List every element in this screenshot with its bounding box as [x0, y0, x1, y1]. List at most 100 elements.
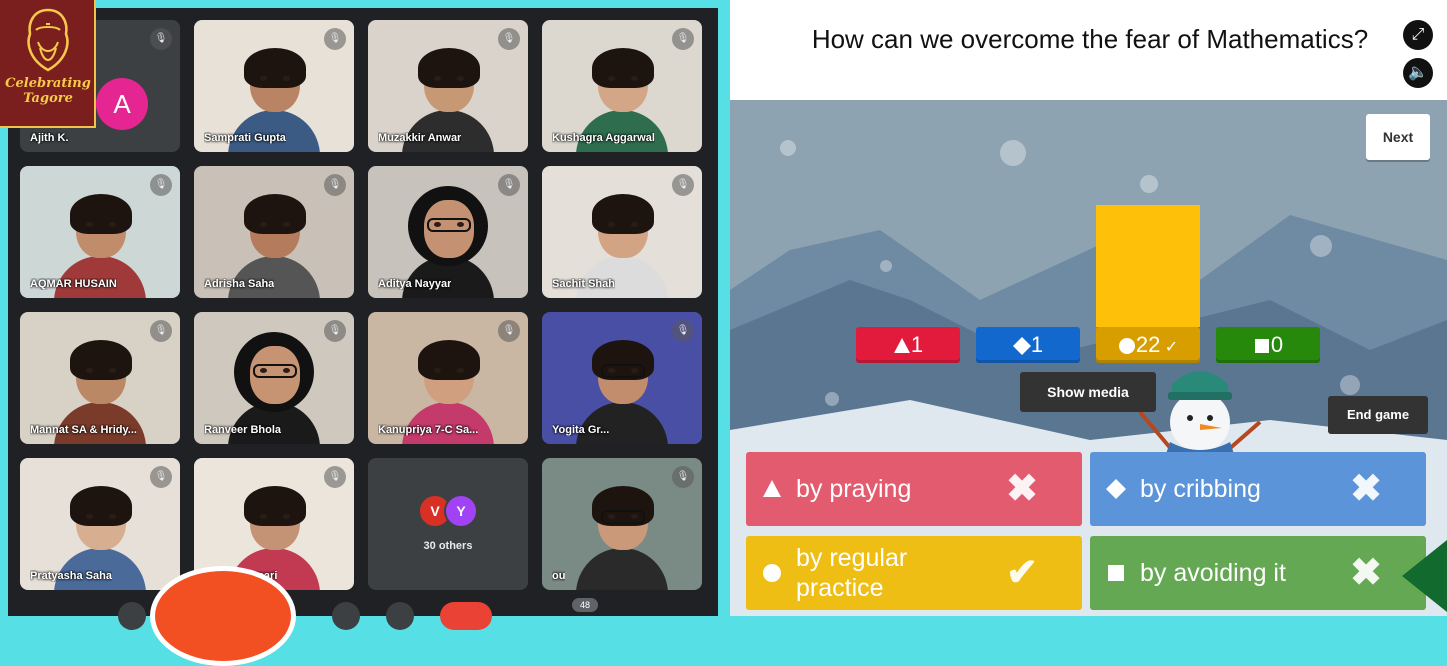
next-arrow-icon[interactable]	[1402, 536, 1447, 616]
diamond-icon	[1012, 332, 1031, 357]
snowflake	[1310, 235, 1332, 257]
snowflake	[780, 140, 796, 156]
mic-off-icon[interactable]: 🎙	[150, 320, 172, 342]
participant-tile[interactable]: Yogita Gr... 🎙	[542, 312, 702, 444]
mic-off-icon[interactable]: 🎙	[672, 28, 694, 50]
logo-text: Celebrating Tagore	[4, 76, 92, 106]
participant-name: Adrisha Saha	[204, 278, 275, 290]
volume-icon[interactable]: 🔈	[1403, 58, 1433, 88]
mic-off-icon[interactable]: 🎙	[150, 174, 172, 196]
control-button[interactable]	[118, 602, 146, 630]
cross-icon: ✖	[1350, 468, 1382, 510]
mic-off-icon[interactable]: 🎙	[498, 320, 520, 342]
fullscreen-icon[interactable]: ⤢	[1403, 20, 1433, 50]
kahoot-panel: How can we overcome the fear of Mathemat…	[730, 0, 1447, 616]
leave-call-button[interactable]	[440, 602, 492, 630]
participant-tile[interactable]: Kanupriya 7-C Sa... 🎙	[368, 312, 528, 444]
mic-off-icon[interactable]: 🎙	[672, 174, 694, 196]
participant-tile[interactable]: Muzakkir Anwar 🎙	[368, 20, 528, 152]
mic-off-icon[interactable]: 🎙	[498, 174, 520, 196]
mic-off-icon[interactable]: 🎙	[324, 466, 346, 488]
diamond-icon	[1106, 479, 1126, 499]
participant-tile[interactable]: V Y 30 others	[368, 458, 528, 590]
others-count-label: 30 others	[423, 540, 473, 552]
participant-avatar: Y	[444, 494, 478, 528]
tagore-portrait-icon	[27, 8, 69, 72]
result-bar-circle: 22 ✓	[1096, 327, 1200, 363]
participant-tile[interactable]: Mannat SA & Hridy... 🎙	[20, 312, 180, 444]
video-meeting-grid: A Ajith K. 🎙 Samprati Gupta 🎙 Muzakkir Anwar 🎙…	[8, 8, 718, 616]
mic-off-icon[interactable]: 🎙	[672, 320, 694, 342]
participant-name: Ranveer Bhola	[204, 424, 282, 436]
triangle-icon	[893, 332, 911, 357]
participant-name: Muzakkir Anwar	[378, 132, 462, 144]
snowflake	[880, 260, 892, 272]
correct-check-icon: ✓	[1160, 339, 1179, 356]
square-icon	[1106, 563, 1126, 583]
video-background	[368, 458, 528, 590]
mic-off-icon[interactable]: 🎙	[150, 28, 172, 50]
mic-off-icon[interactable]: 🎙	[324, 28, 346, 50]
triangle-icon	[762, 479, 782, 499]
participant-name: Kushagra Aggarwal	[552, 132, 655, 144]
participant-tile[interactable]: Sachit Shah 🎙	[542, 166, 702, 298]
logo-line2: Tagore	[23, 91, 73, 106]
participant-tile[interactable]: Kushagra Aggarwal 🎙	[542, 20, 702, 152]
participant-name: Sachit Shah	[552, 278, 615, 290]
result-bar-triangle: 1	[856, 327, 960, 363]
participant-tile[interactable]: Adrisha Saha 🎙	[194, 166, 354, 298]
answer-circle[interactable]: by regular practice ✔	[746, 536, 1082, 610]
cross-icon: ✖	[1350, 552, 1382, 594]
mic-off-icon[interactable]: 🎙	[324, 174, 346, 196]
control-button[interactable]	[386, 602, 414, 630]
snowflake	[825, 392, 839, 406]
next-button[interactable]: Next	[1366, 114, 1430, 160]
question-bar: How can we overcome the fear of Mathemat…	[730, 0, 1447, 100]
participant-tile[interactable]: Ranveer Bhola 🎙	[194, 312, 354, 444]
participant-name: Ajith K.	[30, 132, 69, 144]
presenter-button[interactable]	[150, 566, 296, 666]
result-count: 1	[1030, 332, 1044, 357]
result-bar-diamond: 1	[976, 327, 1080, 363]
answer-text: by cribbing	[1140, 475, 1261, 503]
show-media-button[interactable]: Show media	[1020, 372, 1156, 412]
answer-text: by praying	[796, 475, 912, 503]
result-bar-circle-fill	[1096, 205, 1200, 327]
circle-icon	[762, 563, 782, 583]
participant-name: Samprati Gupta	[204, 132, 286, 144]
participant-tile[interactable]: Samprati Gupta 🎙	[194, 20, 354, 152]
participant-name: Yogita Gr...	[552, 424, 610, 436]
snowflake	[1000, 140, 1026, 166]
answer-triangle[interactable]: by praying ✖	[746, 452, 1082, 526]
participant-tile[interactable]: ou 🎙	[542, 458, 702, 590]
end-game-button[interactable]: End game	[1328, 396, 1428, 434]
participant-name: AQMAR HUSAIN	[30, 278, 117, 290]
question-text: How can we overcome the fear of Mathemat…	[811, 24, 1369, 54]
mic-off-icon[interactable]: 🎙	[672, 466, 694, 488]
circle-icon	[1118, 332, 1136, 357]
answer-square[interactable]: by avoiding it ✖	[1090, 536, 1426, 610]
participant-video	[576, 486, 668, 590]
participant-name: Kanupriya 7-C Sa...	[378, 424, 479, 436]
result-count: 0	[1270, 332, 1284, 357]
participant-tile[interactable]: Pratyasha Saha 🎙	[20, 458, 180, 590]
celebrating-tagore-logo: Celebrating Tagore	[0, 0, 96, 128]
result-bar-square: 0	[1216, 327, 1320, 363]
participant-count-badge: 48	[572, 598, 598, 612]
participant-avatar: A	[96, 78, 148, 130]
participant-name: Pratyasha Saha	[30, 570, 112, 582]
mic-off-icon[interactable]: 🎙	[150, 466, 172, 488]
logo-line1: Celebrating	[5, 76, 91, 91]
participant-name: Aditya Nayyar	[378, 278, 452, 290]
mic-off-icon[interactable]: 🎙	[324, 320, 346, 342]
participant-name: Mannat SA & Hridy...	[30, 424, 137, 436]
mic-off-icon[interactable]: 🎙	[498, 28, 520, 50]
snowflake	[1340, 375, 1360, 395]
snowflake	[1140, 175, 1158, 193]
others-avatars: VY	[418, 494, 478, 528]
answer-diamond[interactable]: by cribbing ✖	[1090, 452, 1426, 526]
participant-tile[interactable]: AQMAR HUSAIN 🎙	[20, 166, 180, 298]
answer-text: by avoiding it	[1140, 559, 1286, 587]
participant-tile[interactable]: Aditya Nayyar 🎙	[368, 166, 528, 298]
control-button[interactable]	[332, 602, 360, 630]
